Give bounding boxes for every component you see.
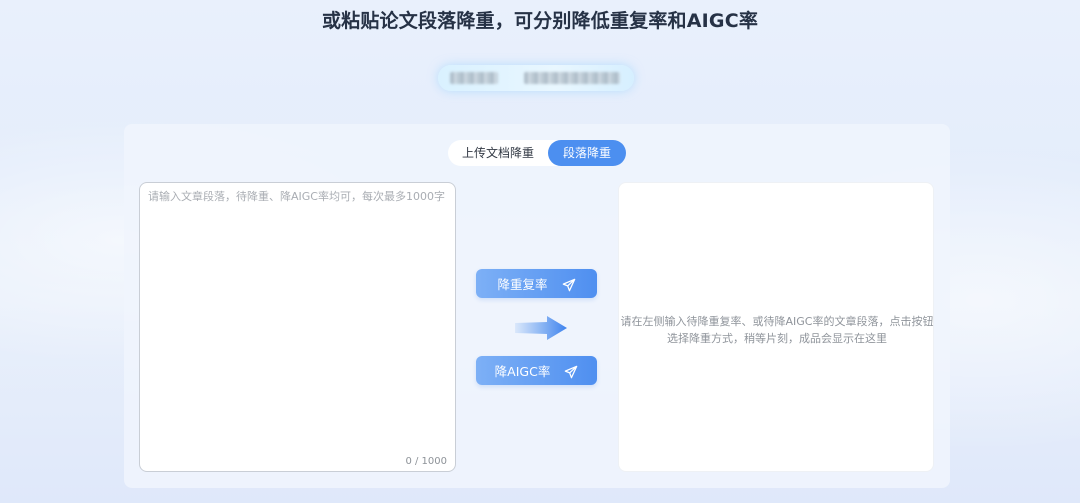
tab-upload-document[interactable]: 上传文档降重 <box>448 140 548 166</box>
reduce-duplication-label: 降重复率 <box>497 277 548 292</box>
char-count: 0 / 1000 <box>405 456 447 467</box>
reduce-duplication-button[interactable]: 降重复率 <box>476 269 597 298</box>
redacted-text <box>450 72 498 84</box>
page-title: 或粘贴论文段落降重，可分别降低重复率和AIGC率 <box>321 10 759 32</box>
mode-tabs: 上传文档降重 段落降重 <box>448 140 626 166</box>
reduce-aigc-label: 降AIGC率 <box>494 364 551 379</box>
tab-paragraph-rewrite[interactable]: 段落降重 <box>548 140 626 166</box>
send-icon <box>565 365 578 378</box>
right-arrow-icon <box>515 316 567 340</box>
redacted-text <box>524 72 620 84</box>
reduce-aigc-button[interactable]: 降AIGC率 <box>476 356 597 385</box>
output-panel: 请在左侧输入待降重复率、或待降AIGC率的文章段落，点击按钮选择降重方式，稍等片… <box>618 182 934 472</box>
input-panel: 0 / 1000 <box>139 182 456 472</box>
redacted-info-pill <box>438 65 634 91</box>
paragraph-input[interactable] <box>148 188 446 448</box>
send-icon <box>562 278 575 291</box>
output-placeholder: 请在左侧输入待降重复率、或待降AIGC率的文章段落，点击按钮选择降重方式，稍等片… <box>620 315 934 345</box>
